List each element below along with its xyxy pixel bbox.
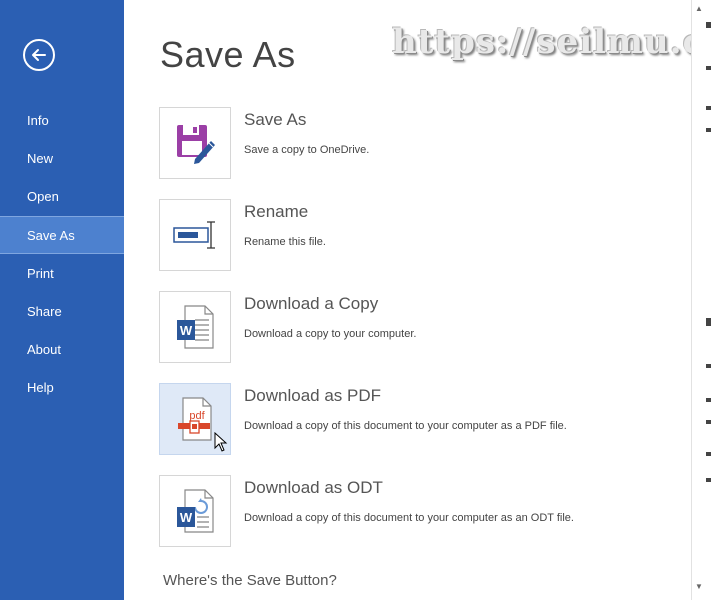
- option-description: Save a copy to OneDrive.: [244, 144, 370, 156]
- document-background: [705, 0, 711, 600]
- word-document-icon: W: [177, 305, 214, 349]
- back-arrow-icon: [32, 49, 46, 61]
- option-description: Download a copy to your computer.: [244, 328, 417, 340]
- sidebar-item-save-as[interactable]: Save As: [0, 216, 124, 254]
- pdf-document-icon: pdf: [178, 397, 212, 441]
- svg-text:W: W: [180, 323, 193, 338]
- option-title: Rename: [244, 202, 309, 221]
- rename-icon: [173, 221, 215, 249]
- option-title: Download as PDF: [244, 386, 382, 405]
- sidebar-item-new[interactable]: New: [0, 140, 124, 178]
- svg-text:pdf: pdf: [189, 410, 205, 422]
- page-title: Save As: [160, 34, 296, 75]
- option-description: Download a copy of this document to your…: [244, 420, 567, 432]
- sidebar-item-help[interactable]: Help: [0, 369, 124, 407]
- option-download-copy[interactable]: W Download a Copy Download a copy to you…: [159, 291, 679, 363]
- sidebar-item-open[interactable]: Open: [0, 178, 124, 216]
- sidebar-item-about[interactable]: About: [0, 331, 124, 369]
- option-rename[interactable]: Rename Rename this file.: [159, 199, 679, 271]
- option-tile[interactable]: W: [159, 475, 231, 547]
- save-as-pane: Save As https://seilmu.com Save As Save …: [124, 0, 691, 600]
- odt-document-icon: W: [177, 489, 214, 533]
- save-button-help-link[interactable]: Where's the Save Button?: [163, 572, 337, 589]
- option-title: Download a Copy: [244, 294, 379, 313]
- sidebar-item-print[interactable]: Print: [0, 255, 124, 293]
- watermark-text: https://seilmu.com: [392, 22, 691, 62]
- option-download-pdf[interactable]: pdf Download as PDF Download a copy of t…: [159, 383, 679, 455]
- option-tile[interactable]: [159, 199, 231, 271]
- scroll-up-arrow-icon[interactable]: ▲: [692, 2, 706, 16]
- option-tile[interactable]: [159, 107, 231, 179]
- back-button[interactable]: [23, 39, 55, 71]
- backstage-sidebar: Info New Open Save As Print Share About …: [0, 0, 124, 600]
- scroll-down-arrow-icon[interactable]: ▼: [692, 580, 706, 594]
- option-description: Rename this file.: [244, 236, 326, 248]
- floppy-disk-icon: [177, 125, 215, 164]
- option-description: Download a copy of this document to your…: [244, 512, 574, 524]
- option-title: Download as ODT: [244, 478, 383, 497]
- mouse-cursor-icon: [214, 432, 228, 452]
- svg-text:W: W: [180, 510, 193, 525]
- option-title: Save As: [244, 110, 307, 129]
- option-save-as[interactable]: Save As Save a copy to OneDrive.: [159, 107, 679, 179]
- sidebar-item-share[interactable]: Share: [0, 293, 124, 331]
- option-tile[interactable]: W: [159, 291, 231, 363]
- option-download-odt[interactable]: W Download as ODT Download a copy of thi…: [159, 475, 679, 547]
- sidebar-item-info[interactable]: Info: [0, 102, 124, 140]
